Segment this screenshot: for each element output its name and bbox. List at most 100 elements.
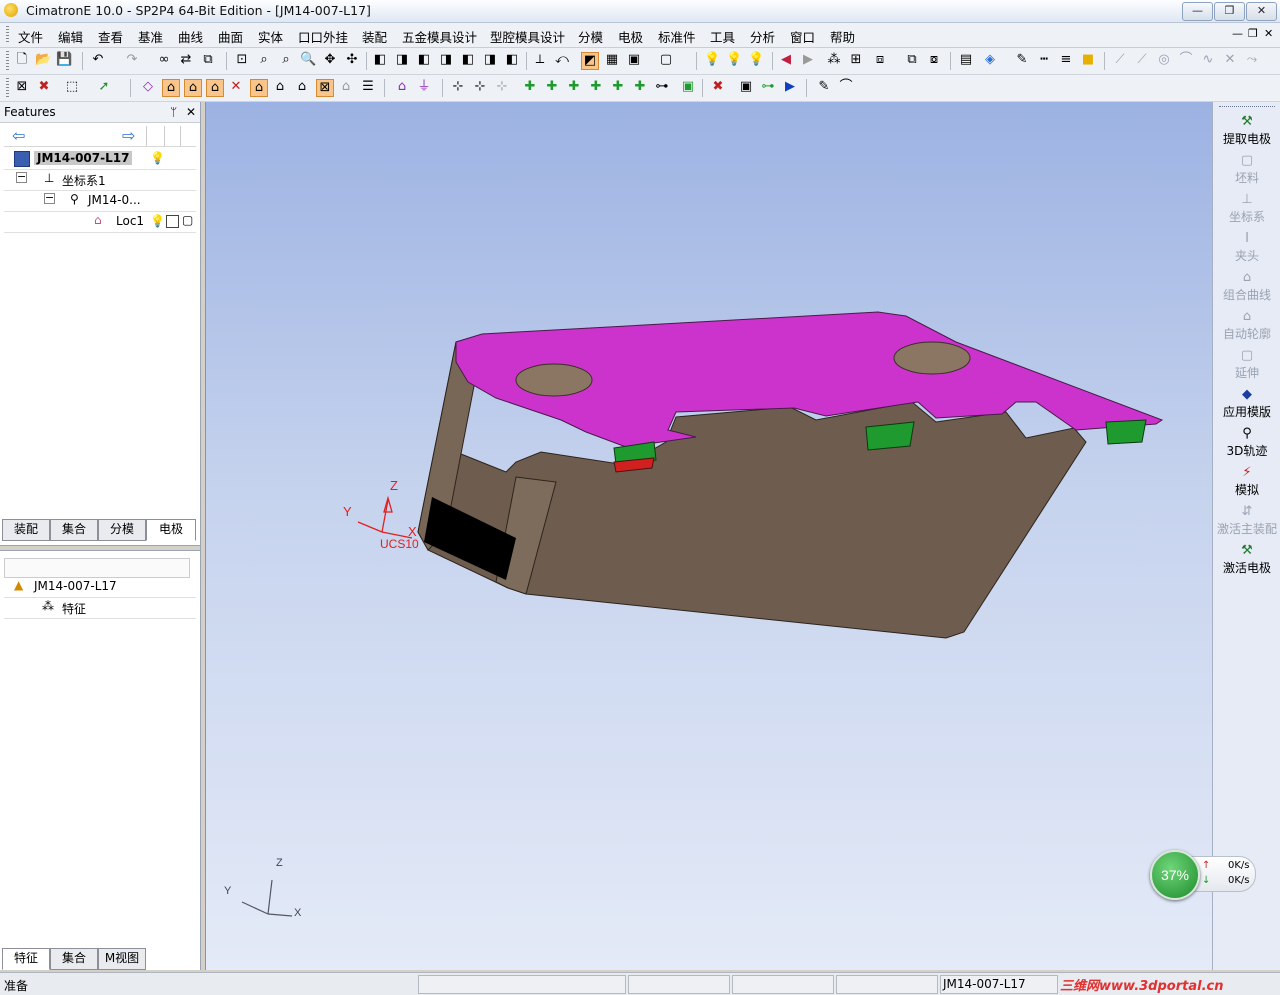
assembly-tool-icon[interactable]: ⧈ [872,52,888,68]
zoom-box-icon[interactable]: ⌕ [278,52,294,68]
pen-icon[interactable]: ✎ [1014,52,1030,68]
tab-parting[interactable]: 分模 [98,519,146,541]
menu-grip[interactable] [6,26,9,42]
holder-button[interactable]: Ⅰ 夹头 [1213,229,1280,268]
extract-electrode-button[interactable]: ⚒ 提取电极 [1213,112,1280,151]
electrode-select-icon[interactable]: ⌂ [394,79,410,95]
visibility-bulb-icon[interactable]: 💡 [150,151,165,165]
ucs-triad[interactable] [357,495,413,539]
redo-icon[interactable]: ↷ [124,52,140,68]
transform-icon[interactable]: ⇄ [178,52,194,68]
back-arrow-icon[interactable]: ⇦ [12,126,25,145]
apply-template-button[interactable]: ◆ 应用模版 [1213,385,1280,424]
play-icon[interactable]: ▶ [782,79,798,95]
tab-assembly[interactable]: 装配 [2,519,50,541]
tab-set[interactable]: 集合 [50,519,98,541]
electrode-link-icon[interactable]: ⊶ [654,79,670,95]
color-fill-icon[interactable]: ◈ [982,52,998,68]
filter-vertex-icon[interactable]: ✕ [228,79,244,95]
composite-curve-button[interactable]: ⌂ 组合曲线 [1213,268,1280,307]
view-left-icon[interactable]: ◨ [438,52,454,68]
electrode-filter-icon[interactable]: ⏚ [416,79,432,95]
menu-tools[interactable]: 工具 [710,27,735,46]
checkbox-icon[interactable] [166,215,179,228]
shaded-view-icon[interactable]: ◩ [581,52,599,70]
view-right-icon[interactable]: ◧ [460,52,476,68]
sketch-icon[interactable]: ⌒ [838,79,854,95]
coordinate-system-button[interactable]: ⊥ 坐标系 [1213,190,1280,229]
auto-contour-button[interactable]: ⌂ 自动轮廓 [1213,307,1280,346]
collapse-icon[interactable]: − [16,171,27,183]
menu-datum[interactable]: 基准 [138,27,163,46]
menu-electrode[interactable]: 电极 [618,27,643,46]
menu-surface[interactable]: 曲面 [218,27,243,46]
3d-viewport[interactable]: UCS10 Z Y X Z Y X [205,102,1212,970]
tree-row-location[interactable]: ⌂ Loc1 💡 ▢ [4,211,196,233]
forward-arrow-icon[interactable]: ⇨ [122,126,135,145]
undo-icon[interactable]: ↶ [90,52,106,68]
layers-icon[interactable]: ▤ [958,52,974,68]
line-tool-icon[interactable]: ⟋ [1112,52,1128,68]
tab-electrode[interactable]: 电极 [146,519,196,541]
constraint-icon[interactable]: ⊹ [494,79,510,95]
network-speed-widget[interactable]: 37% ↑ 0K/s ↓ 0K/s [1150,850,1256,900]
deselect-icon[interactable]: ✖ [36,79,52,95]
menu-window[interactable]: 窗口 [790,27,815,46]
hole-left[interactable] [515,363,593,397]
polyline-tool-icon[interactable]: ⟋ [1134,52,1150,68]
filter-sketch-icon[interactable]: ⌂ [294,79,310,95]
menu-cavity-mold[interactable]: 型腔模具设计 [490,27,565,46]
tab-features[interactable]: 特征 [2,948,50,970]
tree-row-coord-system[interactable]: − ⊥ 坐标系1 [4,169,196,191]
arc-tool-icon[interactable]: ⌒ [1178,52,1194,68]
filter-list-icon[interactable]: ☰ [360,79,376,95]
add-component-icon[interactable]: ⊹ [450,79,466,95]
explode-icon[interactable]: ⁂ [826,52,842,68]
menu-plugin[interactable]: 口口外挂 [298,27,348,46]
mold-link-icon[interactable]: ⊶ [760,79,776,95]
view-iso-icon[interactable]: ◧ [372,52,388,68]
model-canvas[interactable]: UCS10 Z Y X Z Y X [206,102,1212,970]
activate-main-assembly-button[interactable]: ⇵ 激活主装配 [1213,502,1280,541]
tab-mview[interactable]: M视图 [98,948,146,970]
restore-button[interactable]: ❐ [1214,2,1245,21]
cube-color-icon[interactable]: ■ [1080,52,1096,68]
hidden-line-icon[interactable]: ▣ [626,52,642,68]
menu-assembly[interactable]: 装配 [362,27,387,46]
blank-button[interactable]: ▢ 坯料 [1213,151,1280,190]
memory-percent-badge[interactable]: 37% [1150,850,1200,900]
menu-help[interactable]: 帮助 [830,27,855,46]
close-panel-icon[interactable]: ✕ [186,105,196,119]
filter-layer-icon[interactable]: ⌂ [338,79,354,95]
render-mode-icon[interactable]: ▢ [658,52,674,68]
zoom-icon[interactable]: 🔍 [300,52,316,68]
show-icon[interactable]: 💡 [704,52,720,68]
filter-edge-icon[interactable]: ⌂ [162,79,180,97]
trim-tool-icon[interactable]: ✕ [1222,52,1238,68]
measure-icon[interactable]: ⊞ [848,52,864,68]
next-icon[interactable]: ▶ [800,52,816,68]
minimize-button[interactable]: — [1182,2,1213,21]
visibility-bulb-icon[interactable]: 💡 [150,214,165,228]
toolbar-grip[interactable] [6,78,9,98]
mdi-restore-button[interactable]: ❐ [1248,27,1258,40]
menu-curve[interactable]: 曲线 [178,27,203,46]
new-file-icon[interactable]: 🗋 [14,52,30,68]
line-width-icon[interactable]: ≡ [1058,52,1074,68]
lower-tree-row-part[interactable]: ▲ JM14-007-L17 [4,576,196,598]
menu-view[interactable]: 查看 [98,27,123,46]
hole-right[interactable] [893,341,971,375]
view-front-icon[interactable]: ◨ [394,52,410,68]
simulate-button[interactable]: ⚡ 模拟 [1213,463,1280,502]
extend-button[interactable]: ▢ 延伸 [1213,346,1280,385]
select-mode-icon[interactable]: ⬚ [64,79,80,95]
zoom-window-icon[interactable]: ⌕ [256,52,272,68]
electrode-new-icon[interactable]: ✚ [522,79,538,95]
open-file-icon[interactable]: 📂 [35,52,51,68]
pan-icon[interactable]: ✥ [322,52,338,68]
electrode-mirror-icon[interactable]: ✚ [610,79,626,95]
chain-icon[interactable]: ∞ [156,52,172,68]
pattern-icon[interactable]: ⧉ [200,52,216,68]
electrode-add-icon[interactable]: ✚ [544,79,560,95]
box-icon[interactable]: ▢ [182,213,193,227]
